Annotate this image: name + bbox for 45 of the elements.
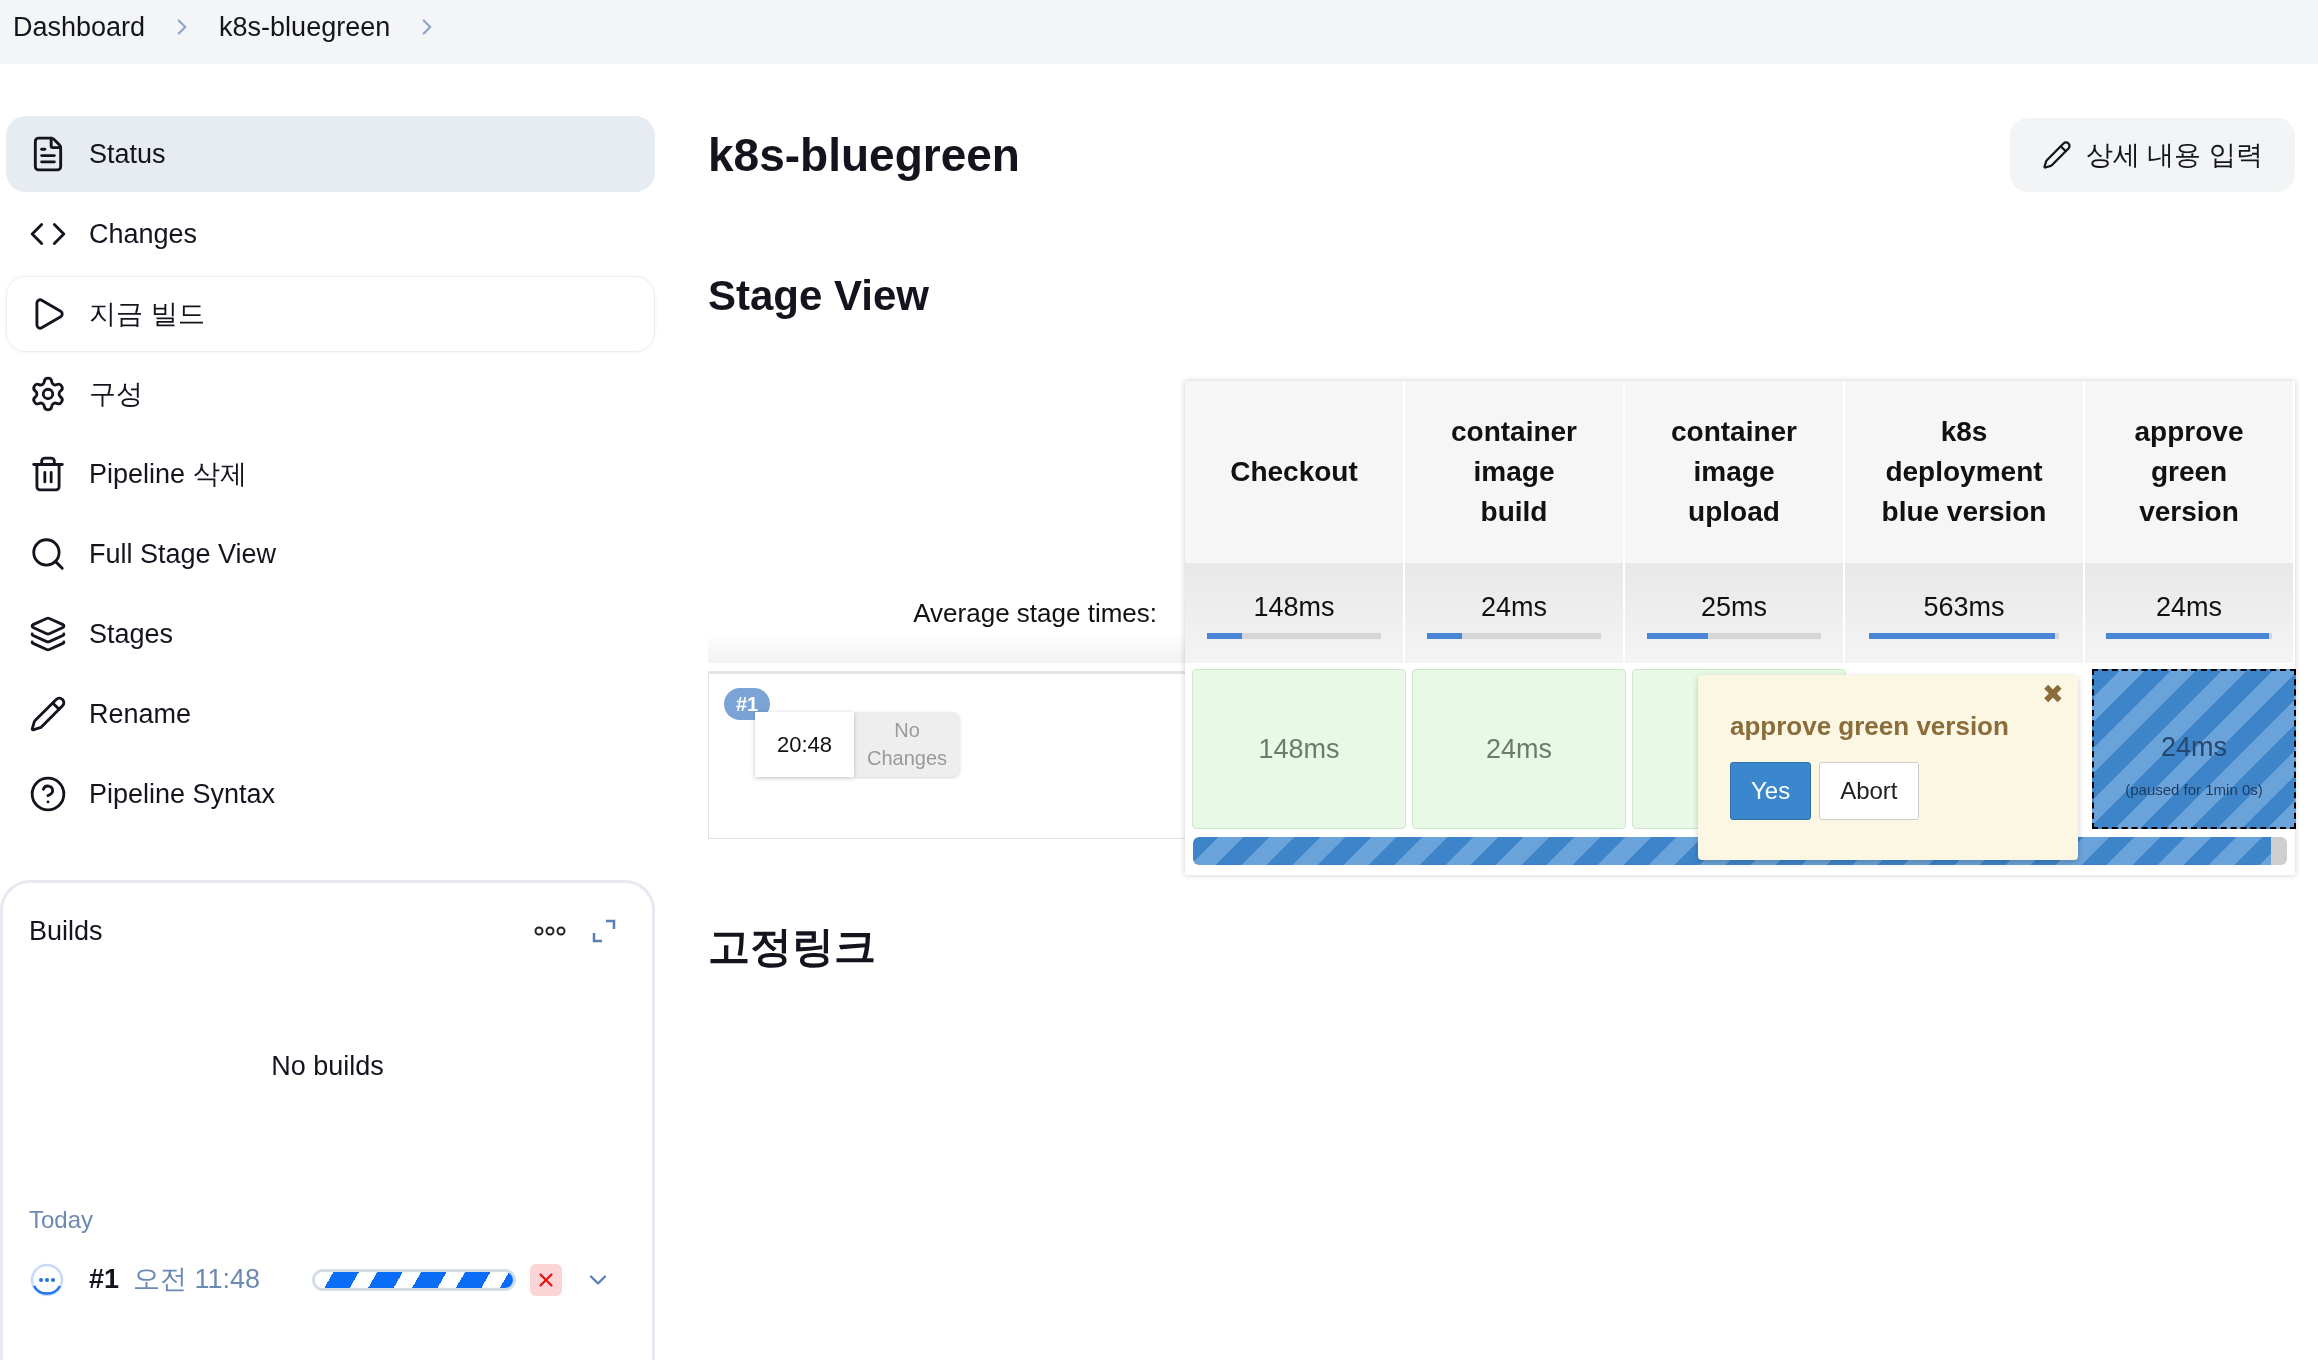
trash-icon — [29, 455, 67, 493]
stage-cell[interactable]: 148ms — [1192, 669, 1406, 829]
breadcrumb-link[interactable]: k8s-bluegreen — [219, 6, 391, 58]
average-label: Average stage times: — [913, 596, 1157, 630]
popup-title: approve green version — [1730, 710, 2009, 743]
yes-button[interactable]: Yes — [1730, 762, 1812, 820]
average-time: 148ms — [1253, 590, 1335, 624]
breadcrumb-link[interactable]: Dashboard — [13, 6, 146, 58]
section-title: Stage View — [708, 271, 930, 321]
stage-cell[interactable]: 24ms — [1412, 669, 1626, 829]
no-changes-label: No Changes — [854, 712, 961, 777]
average-time: 563ms — [1923, 590, 2005, 624]
paused-stage-cell[interactable]: 24ms (paused for 1min 0s) — [2092, 669, 2296, 829]
cancel-button[interactable] — [530, 1263, 563, 1296]
run-time: 20:48 — [755, 712, 855, 777]
expand-icon[interactable] — [592, 919, 616, 944]
more-icon[interactable] — [534, 926, 566, 937]
stage-header: approve green version — [2085, 381, 2295, 563]
search-icon — [29, 535, 67, 573]
group-label: Today — [29, 1204, 95, 1235]
pencil-icon — [2042, 140, 2072, 170]
sidebar-item[interactable]: 지금 빌드 — [6, 276, 655, 352]
stage-header: Checkout — [1185, 381, 1405, 563]
layers-icon — [29, 615, 67, 653]
stage-header: container image build — [1405, 381, 1625, 563]
paused-note: (paused for 1min 0s) — [2125, 780, 2263, 800]
close-button[interactable]: ✖ — [2042, 679, 2064, 709]
stage-header: k8s deployment blue version — [1845, 381, 2085, 563]
edit-description-button[interactable]: 상세 내용 입력 — [2010, 118, 2295, 192]
empty-message: No builds — [271, 1050, 384, 1084]
help-icon — [29, 775, 67, 813]
average-time: 24ms — [2156, 590, 2222, 624]
pencil-icon — [29, 695, 67, 733]
section-title: 고정링크 — [708, 922, 877, 972]
stage-time: 24ms — [2161, 730, 2227, 764]
sidebar-item[interactable]: Status — [6, 116, 655, 192]
average-time: 25ms — [1701, 590, 1767, 624]
panel-title: Builds — [29, 915, 103, 948]
stage-header: container image upload — [1625, 381, 1845, 563]
settings-icon — [29, 375, 67, 413]
build-time[interactable]: 오전 11:48 — [133, 1259, 261, 1300]
build-number[interactable]: #1 — [89, 1259, 120, 1300]
page-title: k8s-bluegreen — [708, 127, 1020, 183]
abort-button[interactable]: Abort — [1819, 762, 1919, 820]
average-time: 24ms — [1481, 590, 1547, 624]
